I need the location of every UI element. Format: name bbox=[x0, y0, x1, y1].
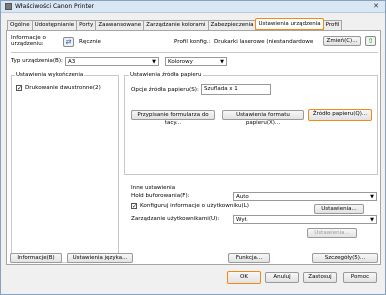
cancel-button[interactable]: Anuluj bbox=[265, 272, 299, 283]
tab-security[interactable]: Zabezpieczenia bbox=[207, 20, 257, 30]
finishing-group bbox=[11, 75, 119, 263]
device-type-value: A3 bbox=[68, 59, 76, 65]
configure-user-info-checkbox[interactable]: ✓ bbox=[131, 203, 137, 210]
close-icon[interactable]: ✕ bbox=[371, 2, 381, 11]
ok-button[interactable]: OK bbox=[227, 271, 261, 284]
tab-general[interactable]: Ogólne bbox=[7, 20, 33, 30]
hold-select[interactable]: Auto ▼ bbox=[233, 192, 377, 201]
apply-button[interactable]: Zastosuj bbox=[303, 272, 337, 283]
paper-source-button[interactable]: Źródło papieru(Q)... bbox=[308, 109, 372, 121]
chevron-down-icon: ▼ bbox=[220, 59, 224, 65]
tab-device-settings[interactable]: Ustawienia urządzenia bbox=[255, 18, 324, 30]
tab-color-management[interactable]: Zarządzanie kolorami bbox=[143, 20, 209, 30]
paper-source-option-label: Opcje źródła papieru(S): bbox=[131, 87, 199, 93]
tab-sharing[interactable]: Udostępnianie bbox=[31, 20, 78, 30]
tab-profile[interactable]: Profil bbox=[322, 20, 343, 30]
help-button[interactable]: Pomoc bbox=[343, 272, 377, 283]
finishing-group-title: Ustawienia wykończenia bbox=[15, 72, 85, 78]
paper-source-option-field[interactable]: Szuflada x 1 bbox=[201, 84, 271, 95]
device-type-label: Typ urządzenia(B): bbox=[11, 58, 63, 64]
window-title: Właściwości Canon Printer bbox=[15, 3, 94, 10]
chevron-down-icon: ▼ bbox=[370, 217, 374, 223]
printer-properties-window: Właściwości Canon Printer ✕ Ogólne Udost… bbox=[0, 0, 386, 295]
divider bbox=[11, 52, 378, 53]
chevron-down-icon: ▼ bbox=[370, 194, 374, 200]
details-button[interactable]: Szczegóły(5)... bbox=[312, 253, 378, 263]
user-management-select[interactable]: Wył. ▼ bbox=[233, 215, 377, 224]
color-mode-select[interactable]: Kolorowy ▼ bbox=[165, 57, 227, 66]
device-settings-panel: Informacje o urządzeniu: ⇄ Ręcznie Profi… bbox=[6, 30, 381, 265]
color-mode-value: Kolorowy bbox=[168, 59, 193, 65]
upload-icon[interactable]: ⇧ bbox=[365, 36, 376, 46]
mode-text: Ręcznie bbox=[79, 39, 101, 45]
function-button[interactable]: Funkcja... bbox=[228, 253, 270, 263]
language-settings-button[interactable]: Ustawienia języka... bbox=[67, 253, 133, 263]
other-settings-title: Inne ustawienia bbox=[131, 185, 176, 191]
change-profile-button[interactable]: Zmień(C)... bbox=[323, 36, 361, 46]
hold-value: Auto bbox=[236, 194, 249, 200]
profile-value: Drukarki laserowe (niestandardowe 0 bbox=[214, 39, 314, 45]
user-management-label: Zarządzanie użytkownikami(U): bbox=[131, 216, 220, 222]
device-info-label: Informacje o urządzeniu: bbox=[11, 35, 46, 47]
tab-bar: Ogólne Udostępnianie Porty Zaawansowane … bbox=[7, 18, 343, 30]
user-management-settings-button[interactable]: Ustawienia... bbox=[307, 228, 357, 238]
paper-source-group-title: Ustawienia źródła papieru bbox=[129, 72, 203, 78]
duplex-checkbox[interactable]: ✓ bbox=[16, 85, 22, 92]
user-info-settings-button[interactable]: Ustawienia... bbox=[314, 204, 364, 214]
tab-advanced[interactable]: Zaawansowane bbox=[95, 20, 145, 30]
chevron-down-icon: ▼ bbox=[152, 59, 156, 65]
refresh-icon[interactable]: ⇄ bbox=[63, 37, 74, 47]
duplex-label: Drukowanie dwustronne(2) bbox=[25, 85, 101, 91]
assign-form-to-tray-button[interactable]: Przypisanie formularza do tacy... bbox=[131, 110, 215, 126]
printer-icon bbox=[5, 3, 12, 10]
title-bar: Właściwości Canon Printer ✕ bbox=[1, 1, 385, 13]
user-management-value: Wył. bbox=[236, 217, 248, 223]
device-type-select[interactable]: A3 ▼ bbox=[65, 57, 159, 66]
hold-label: Hold buforowania(F): bbox=[131, 193, 190, 199]
tab-ports[interactable]: Porty bbox=[76, 20, 97, 30]
info-button[interactable]: Informacje(B) bbox=[10, 253, 62, 263]
paper-format-settings-button[interactable]: Ustawienia formatu papieru(X)... bbox=[222, 110, 304, 126]
profile-label: Profil konfig.: bbox=[174, 39, 211, 45]
configure-user-info-label: Konfiguruj informacje o użytkowniku(L) bbox=[140, 203, 249, 209]
